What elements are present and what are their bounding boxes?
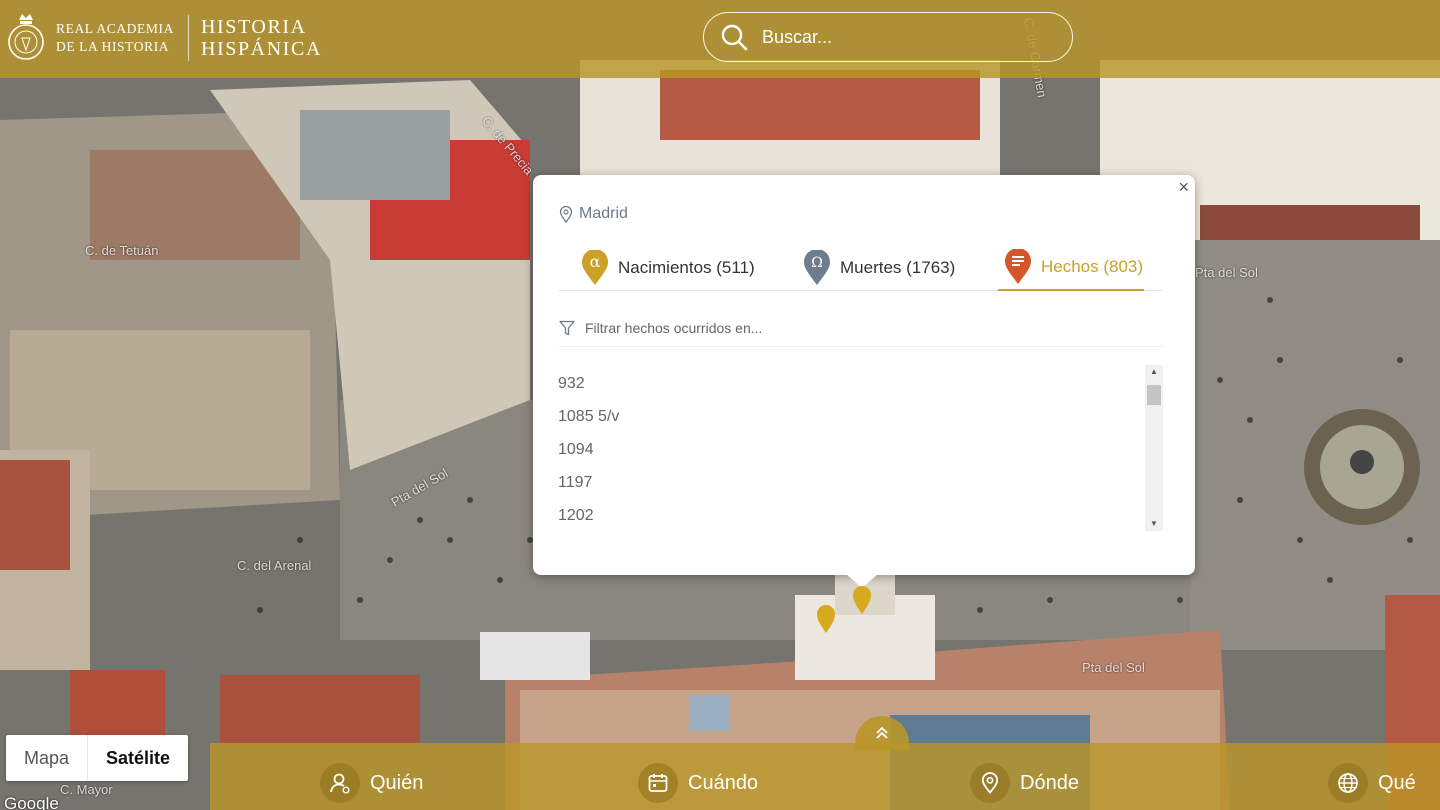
filter-input[interactable] — [585, 319, 1145, 336]
scroll-down-icon[interactable]: ▼ — [1145, 517, 1163, 531]
list-item[interactable]: 1085 5/v — [558, 400, 1148, 433]
map-type-control: Mapa Satélite — [6, 735, 189, 781]
popup-location: Madrid — [559, 205, 628, 223]
globe-icon — [1328, 763, 1368, 803]
close-icon[interactable]: × — [1178, 177, 1189, 198]
search-icon[interactable] — [720, 23, 748, 51]
nav-where[interactable]: Dónde — [970, 763, 1079, 803]
list-item[interactable]: 1197 — [558, 466, 1148, 499]
search-input[interactable] — [762, 26, 1042, 48]
nav-what[interactable]: Qué — [1328, 763, 1416, 803]
brand-name: HISTORIA HISPÁNICA — [201, 16, 322, 60]
scroll-up-icon[interactable]: ▲ — [1145, 365, 1163, 379]
tab-deaths[interactable]: Ω Muertes (1763) — [803, 245, 955, 291]
street-label: Pta del Sol — [1082, 660, 1145, 675]
scroll-thumb[interactable] — [1147, 385, 1161, 405]
calendar-icon — [638, 763, 678, 803]
tab-label: Muertes (1763) — [840, 258, 956, 277]
location-pin-icon — [970, 763, 1010, 803]
person-icon — [320, 763, 360, 803]
list-item[interactable]: 1202 — [558, 499, 1148, 532]
header-bar: REAL ACADEMIA DE LA HISTORIA HISTORIA HI… — [0, 0, 1440, 78]
location-name: Madrid — [579, 205, 628, 222]
svg-text:α: α — [590, 252, 601, 271]
list-item[interactable]: 1094 — [558, 433, 1148, 466]
satellite-button[interactable]: Satélite — [87, 735, 188, 781]
street-label: Pta del Sol — [1195, 265, 1258, 280]
nav-when[interactable]: Cuándo — [638, 763, 758, 803]
nav-who[interactable]: Quién — [320, 763, 423, 803]
logo-divider — [187, 15, 189, 61]
nav-label: Dónde — [1020, 771, 1079, 794]
year-list: 932 1085 5/v 1094 1197 1202 — [558, 367, 1148, 532]
svg-text:Ω: Ω — [811, 255, 823, 271]
nav-label: Quién — [370, 771, 424, 794]
academy-line: DE LA HISTORIA — [56, 39, 170, 54]
year-list-scrollbar[interactable]: ▲ ▼ — [1145, 365, 1163, 531]
street-label: C. del Arenal — [237, 558, 312, 573]
tab-facts[interactable]: Hechos (803) — [998, 245, 1144, 291]
document-pin-icon — [1005, 249, 1031, 284]
location-popup: × Madrid α Nacimientos (511) Ω Muertes (… — [533, 175, 1195, 575]
map-marker-icon[interactable] — [816, 604, 836, 634]
site-logo[interactable]: REAL ACADEMIA DE LA HISTORIA HISTORIA HI… — [6, 8, 322, 68]
double-chevron-up-icon — [876, 726, 888, 739]
google-attribution: Google — [4, 794, 59, 810]
academy-name: REAL ACADEMIA DE LA HISTORIA — [56, 20, 174, 56]
brand-line: HISTORIA — [200, 16, 307, 38]
search-box[interactable] — [703, 12, 1073, 62]
omega-pin-icon: Ω — [804, 250, 830, 285]
filter-bar[interactable] — [559, 309, 1163, 347]
street-label: C. Mayor — [60, 782, 113, 797]
list-item[interactable]: 932 — [558, 367, 1148, 400]
academy-line: REAL ACADEMIA — [56, 21, 174, 36]
map-marker-icon[interactable] — [852, 585, 872, 615]
map-button[interactable]: Mapa — [6, 735, 87, 781]
nav-label: Qué — [1378, 771, 1416, 794]
filter-icon — [559, 320, 575, 335]
tab-label: Hechos (803) — [1041, 257, 1144, 276]
street-label: C. de Tetuán — [85, 243, 159, 258]
alpha-pin-icon: α — [582, 250, 608, 285]
popup-tabs: α Nacimientos (511) Ω Muertes (1763) Hec… — [559, 245, 1163, 291]
tab-births[interactable]: α Nacimientos (511) — [581, 245, 755, 291]
tab-label: Nacimientos (511) — [618, 258, 755, 277]
academy-seal-icon — [8, 14, 44, 60]
brand-line: HISPÁNICA — [200, 38, 323, 60]
location-pin-icon — [559, 205, 573, 223]
nav-label: Cuándo — [688, 771, 759, 794]
